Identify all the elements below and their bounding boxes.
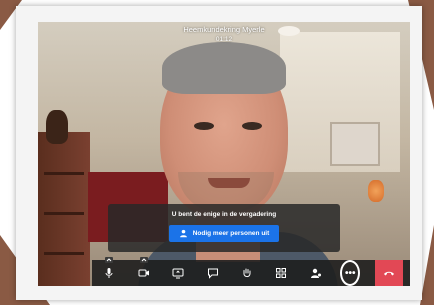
cabinet [38, 132, 90, 286]
chat-button[interactable] [203, 263, 223, 283]
chat-icon [207, 268, 218, 279]
participant-mouth [208, 178, 250, 188]
invite-people-label: Nodig meer personen uit [192, 230, 270, 237]
statue [46, 110, 68, 144]
lamp [368, 180, 384, 202]
meeting-timer: 01:12 [215, 36, 233, 43]
more-options-icon: ••• [340, 260, 361, 286]
more-options-button[interactable]: ••• [340, 260, 361, 286]
alone-notice-text: U bent de enige in de vergadering [171, 211, 277, 218]
camera-icon [138, 269, 149, 277]
add-person-icon [179, 229, 187, 238]
tile-view-button[interactable] [271, 263, 291, 283]
meeting-title: Heemkundekring Myerle [183, 25, 265, 34]
participant-hair [162, 42, 286, 94]
alone-notice: U bent de enige in de vergadering Nodig … [108, 204, 340, 252]
camera-button[interactable] [134, 257, 154, 283]
invite-people-button[interactable]: Nodig meer personen uit [168, 225, 280, 242]
video-call-window: Heemkundekring Myerle 01:12 U bent de en… [38, 22, 410, 286]
background-corner [420, 225, 434, 305]
participants-icon [310, 268, 321, 278]
raise-hand-icon [243, 268, 251, 278]
hang-up-icon [383, 271, 394, 276]
chevron-up-icon[interactable] [139, 257, 148, 263]
meeting-header: Heemkundekring Myerle 01:12 [38, 22, 410, 43]
participants-button[interactable] [306, 263, 326, 283]
screen-share-button[interactable] [168, 263, 188, 283]
participant-eye [242, 122, 262, 130]
participant-eye [194, 122, 214, 130]
screen-share-icon [172, 268, 184, 279]
hang-up-button[interactable] [374, 260, 403, 286]
chevron-up-icon[interactable] [105, 257, 114, 263]
wall-picture [330, 122, 380, 166]
meeting-toolbar: ••• [92, 257, 410, 286]
raise-hand-button[interactable] [237, 263, 257, 283]
microphone-icon [105, 268, 113, 278]
microphone-button[interactable] [99, 257, 119, 283]
tile-view-icon [276, 268, 287, 278]
